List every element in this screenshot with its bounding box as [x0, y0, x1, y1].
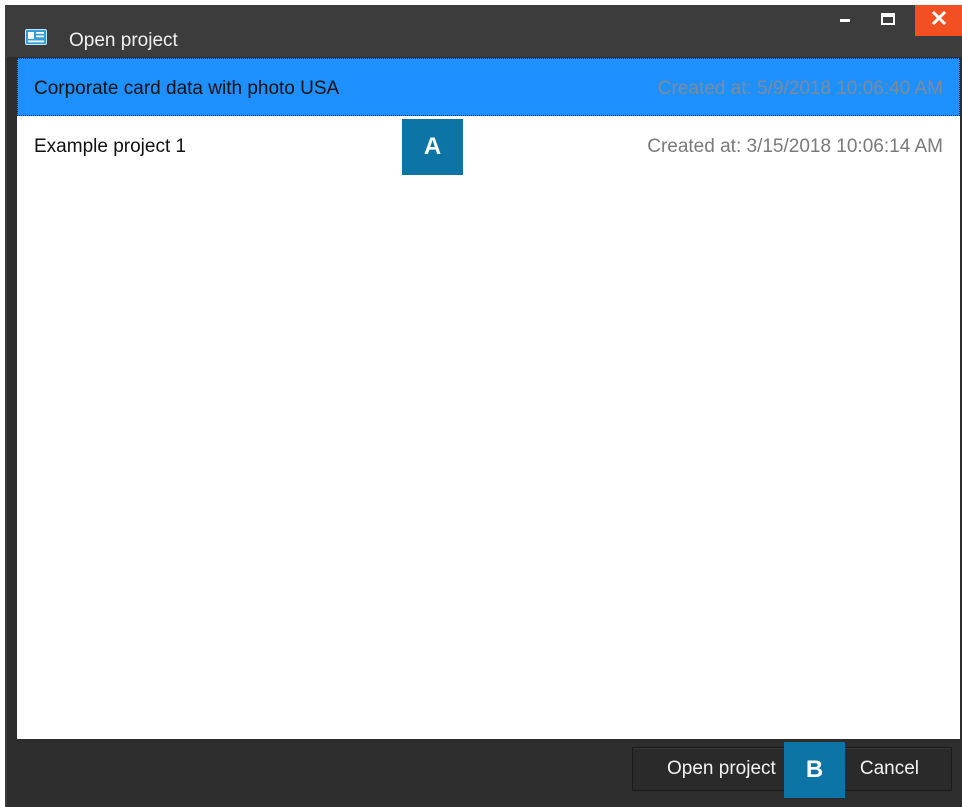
maximize-icon [881, 12, 895, 30]
close-button[interactable] [915, 5, 962, 36]
minimize-icon [839, 12, 851, 30]
window-title: Open project [69, 30, 178, 51]
project-created-date: Created at: 5/9/2018 10:06:40 AM [657, 78, 943, 99]
project-name: Example project 1 [34, 136, 187, 157]
project-name: Corporate card data with photo USA [34, 78, 340, 99]
open-project-button[interactable]: Open project [632, 747, 808, 791]
maximize-button[interactable] [868, 5, 908, 36]
project-list: Corporate card data with photo USA Creat… [17, 58, 960, 739]
callout-label-a: A [402, 119, 463, 175]
cancel-button[interactable]: Cancel [836, 747, 952, 791]
id-card-icon [25, 29, 47, 45]
callout-label-b: B [784, 742, 845, 798]
project-row[interactable]: Example project 1 Created at: 3/15/2018 … [17, 116, 960, 174]
project-row-selected[interactable]: Corporate card data with photo USA Creat… [17, 58, 960, 116]
close-icon [931, 10, 946, 30]
project-created-date: Created at: 3/15/2018 10:06:14 AM [647, 136, 943, 157]
title-bar[interactable]: Open project [5, 5, 962, 57]
minimize-button[interactable] [825, 5, 865, 36]
